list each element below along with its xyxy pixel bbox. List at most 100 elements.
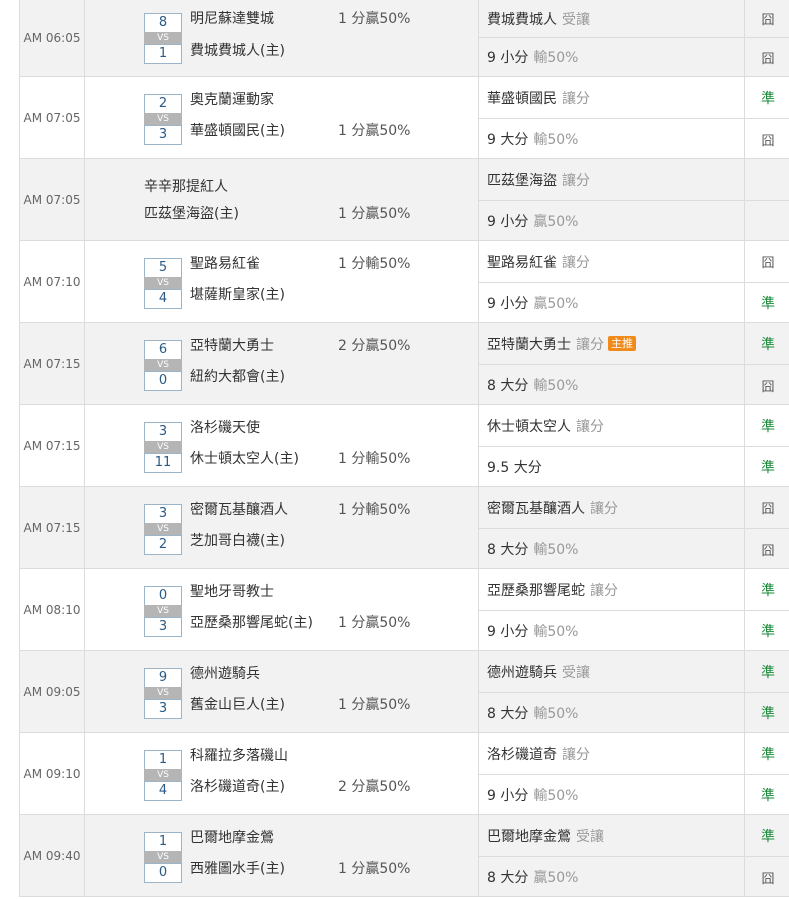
result-mark: 囧 (744, 857, 789, 897)
game-time: AM 08:10 (20, 569, 85, 650)
home-score: 2 (144, 535, 182, 555)
score-box: 3 VS 11 (144, 422, 182, 473)
game-time: AM 06:05 (20, 0, 85, 76)
total-pick-cell: 8 大分 輸50% 囧 (478, 528, 789, 569)
table-row: AM 09:40 1 VS 0 巴爾地摩金鶯 西雅圖水手(主) 1 分贏50% 巴爾地摩金鶯受… (19, 815, 789, 897)
spread-pick-text: 德州遊騎兵 (487, 664, 557, 681)
spread-pick-text: 休士頓太空人 (487, 418, 571, 435)
spread-pick-text: 亞特蘭大勇士 (487, 336, 571, 353)
away-score: 3 (144, 422, 182, 442)
spread-pick-note: 讓分 (576, 336, 604, 353)
total-pick-note: 輸50% (533, 132, 579, 148)
spread-pick-note: 讓分 (576, 418, 604, 435)
home-score: 11 (144, 453, 182, 473)
home-score: 3 (144, 125, 182, 145)
handicap-odds: 1 分贏50% (338, 615, 411, 631)
away-score: 8 (144, 13, 182, 33)
home-team: 堪薩斯皇家(主) (190, 287, 285, 303)
total-pick: 9 小分 輸50% (487, 611, 578, 651)
handicap-odds: 1 分贏50% (338, 697, 411, 713)
score-box: 9 VS 3 (144, 668, 182, 719)
handicap-odds: 2 分贏50% (338, 338, 411, 354)
total-pick-text: 9 小分 (487, 624, 529, 640)
spread-pick-cell: 聖路易紅雀 讓分 囧 (478, 241, 789, 282)
home-score: 4 (144, 781, 182, 801)
total-pick-cell: 9 小分 贏50% (478, 200, 789, 241)
away-score: 9 (144, 668, 182, 688)
away-score: 3 (144, 504, 182, 524)
total-pick-note: 輸50% (533, 50, 579, 66)
result-mark: 準 (744, 405, 789, 446)
away-team: 亞特蘭大勇士 (190, 338, 274, 354)
score-box: 3 VS 2 (144, 504, 182, 555)
away-team: 德州遊騎兵 (190, 666, 260, 682)
total-pick-text: 9 大分 (487, 132, 529, 148)
away-score: 1 (144, 832, 182, 852)
away-team: 巴爾地摩金鶯 (190, 830, 274, 846)
away-team: 聖路易紅雀 (190, 256, 260, 272)
result-mark: 囧 (744, 0, 789, 37)
total-pick-cell: 9.5 大分 準 (478, 446, 789, 487)
spread-pick-cell: 匹茲堡海盜 讓分 (478, 159, 789, 200)
total-pick-text: 8 大分 (487, 378, 529, 394)
home-score: 0 (144, 371, 182, 391)
result-mark: 準 (744, 283, 789, 323)
total-pick-cell: 8 大分 輸50% 準 (478, 692, 789, 733)
away-score: 5 (144, 258, 182, 278)
handicap-odds: 1 分輸50% (338, 256, 411, 272)
spread-pick-note: 受讓 (562, 664, 590, 681)
spread-pick-note: 讓分 (562, 90, 590, 107)
result-mark: 準 (744, 569, 789, 610)
spread-pick-note: 受讓 (576, 828, 604, 845)
spread-pick-note: 讓分 (562, 746, 590, 763)
total-pick: 9.5 大分 (487, 447, 542, 487)
result-mark: 囧 (744, 529, 789, 569)
spread-pick-note: 讓分 (590, 500, 618, 517)
home-score: 3 (144, 699, 182, 719)
home-team: 西雅圖水手(主) (190, 861, 285, 877)
total-pick-note: 贏50% (533, 296, 579, 312)
spread-pick: 匹茲堡海盜 讓分 (487, 159, 590, 200)
total-pick-note: 贏50% (533, 214, 579, 230)
spread-pick-text: 密爾瓦基釀酒人 (487, 500, 585, 517)
game-time: AM 07:15 (20, 487, 85, 568)
total-pick-text: 9 小分 (487, 214, 529, 230)
spread-pick-cell: 巴爾地摩金鶯 受讓 準 (478, 815, 789, 856)
handicap-odds: 2 分贏50% (338, 779, 411, 795)
result-mark: 準 (744, 651, 789, 692)
handicap-odds: 1 分輸50% (338, 502, 411, 518)
total-pick-cell: 9 小分 輸50% 準 (478, 774, 789, 815)
total-pick-text: 8 大分 (487, 870, 529, 886)
away-score: 1 (144, 750, 182, 770)
handicap-odds: 1 分贏50% (338, 11, 411, 27)
total-pick-note: 輸50% (533, 706, 579, 722)
spread-pick-cell: 德州遊騎兵 受讓 準 (478, 651, 789, 692)
home-score: 0 (144, 863, 182, 883)
spread-pick: 德州遊騎兵 受讓 (487, 651, 590, 692)
away-team: 洛杉磯天使 (190, 420, 260, 436)
home-team: 休士頓太空人(主) (190, 451, 299, 467)
home-team: 費城費城人(主) (190, 43, 285, 59)
home-team: 洛杉磯道奇(主) (190, 779, 285, 795)
total-pick: 9 小分 贏50% (487, 201, 578, 241)
result-mark: 準 (744, 815, 789, 856)
spread-pick: 亞歷桑那響尾蛇 讓分 (487, 569, 618, 610)
result-mark: 準 (744, 775, 789, 815)
spread-pick-text: 費城費城人 (487, 11, 557, 28)
away-team: 密爾瓦基釀酒人 (190, 502, 288, 518)
game-time: AM 07:05 (20, 77, 85, 158)
total-pick-cell: 8 大分 輸50% 囧 (478, 364, 789, 405)
spread-pick: 洛杉磯道奇 讓分 (487, 733, 590, 774)
spread-pick-cell: 洛杉磯道奇 讓分 準 (478, 733, 789, 774)
home-team: 芝加哥白襪(主) (190, 533, 285, 549)
spread-pick-text: 洛杉磯道奇 (487, 746, 557, 763)
total-pick-text: 8 大分 (487, 706, 529, 722)
spread-pick: 亞特蘭大勇士 讓分 主推 (487, 323, 636, 364)
total-pick-text: 9 小分 (487, 296, 529, 312)
score-box: 5 VS 4 (144, 258, 182, 309)
game-time: AM 09:05 (20, 651, 85, 732)
featured-badge: 主推 (608, 336, 636, 351)
spread-pick-cell: 華盛頓國民 讓分 準 (478, 77, 789, 118)
total-pick: 9 小分 贏50% (487, 283, 578, 323)
total-pick-text: 8 大分 (487, 542, 529, 558)
